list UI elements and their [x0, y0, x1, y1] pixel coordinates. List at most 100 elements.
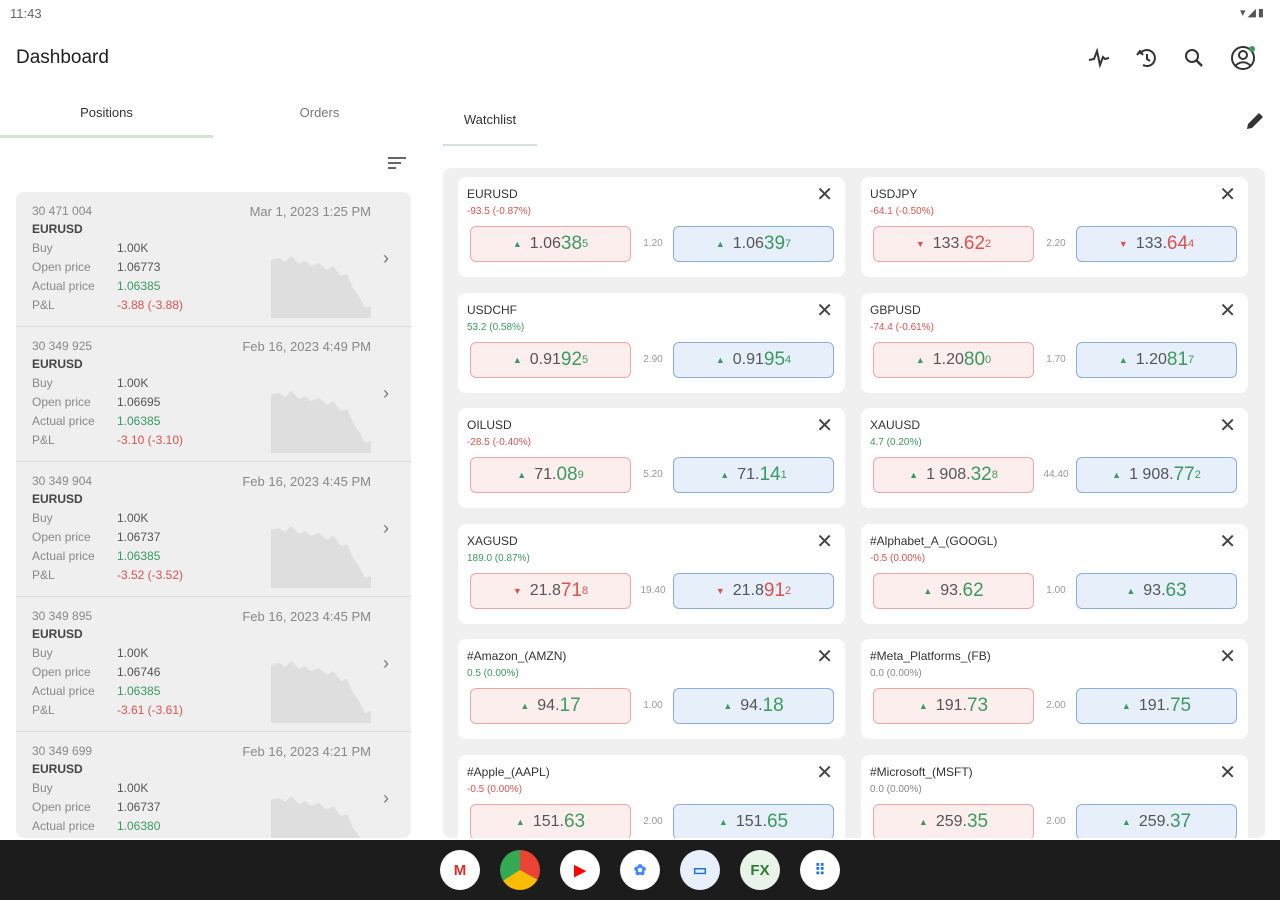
sell-price-button[interactable]: ▲ 1.20 80 0 [873, 341, 1034, 378]
watchlist-card: EURUSD -93.5 (-0.87%) ✕ 1.20 ▲ 1.06 38 5 ▲ 1.06 39… [458, 177, 845, 277]
price-big-figure: 80 [963, 348, 986, 370]
price-base: 21.8 [732, 581, 764, 599]
account-icon[interactable] [1229, 44, 1257, 72]
buy-price-button[interactable]: ▲ 1 908. 77 2 [1076, 457, 1237, 493]
price-base: 71. [737, 466, 760, 483]
remove-instrument-icon[interactable]: ✕ [816, 301, 833, 321]
instrument-change: -74.4 (-0.61%) [870, 321, 934, 333]
fxpro-icon[interactable]: FX [740, 850, 780, 890]
watchlist-card: XAUUSD 4.7 (0.20%) ✕ 44.40 ▲ 1 908. 32 8 ▲ 1 908.… [861, 408, 1248, 508]
edit-icon[interactable] [1244, 110, 1266, 132]
sell-price-button[interactable]: ▼ 21.8 71 8 [470, 572, 631, 609]
tab-orders[interactable]: Orders [213, 96, 426, 138]
buy-price-button[interactable]: ▲ 94. 18 [673, 688, 834, 724]
position-actual-label: Actual price [32, 819, 95, 833]
instrument-symbol: #Amazon_(AMZN) [467, 649, 567, 663]
remove-instrument-icon[interactable]: ✕ [1219, 763, 1236, 783]
instrument-change: 0.5 (0.00%) [467, 668, 519, 679]
sort-icon[interactable] [388, 154, 410, 174]
instrument-change: 189.0 (0.87%) [467, 552, 530, 564]
remove-instrument-icon[interactable]: ✕ [1219, 185, 1236, 205]
arrow-up-icon: ▲ [718, 816, 728, 827]
spread-value: 1.00 [643, 700, 663, 711]
sell-price-button[interactable]: ▲ 259. 35 [873, 803, 1034, 838]
position-open-label: Open price [32, 665, 91, 679]
buy-price-button[interactable]: ▲ 151. 65 [673, 803, 834, 838]
buy-price-button[interactable]: ▲ 71. 14 1 [673, 457, 834, 493]
app-drawer-icon[interactable]: ⠿ [800, 850, 840, 890]
position-symbol: EURUSD [32, 627, 83, 641]
position-actual-label: Actual price [32, 279, 95, 293]
remove-instrument-icon[interactable]: ✕ [1219, 301, 1236, 321]
watchlist-card: USDJPY -64.1 (-0.50%) ✕ 2.20 ▼ 133. 62 2 ▼ 133. 64… [861, 177, 1248, 277]
buy-price-button[interactable]: ▲ 259. 37 [1076, 803, 1237, 838]
search-icon[interactable] [1180, 44, 1208, 72]
price-pipette: 2 [785, 584, 792, 597]
price-base: 151. [735, 812, 767, 830]
position-sparkline [271, 256, 371, 318]
position-buy-label: Buy [32, 781, 53, 795]
buy-price-button[interactable]: ▼ 21.8 91 2 [673, 572, 834, 609]
youtube-icon[interactable]: ▶ [560, 850, 600, 890]
sell-price-button[interactable]: ▼ 133. 62 2 [873, 226, 1034, 262]
remove-instrument-icon[interactable]: ✕ [1219, 532, 1236, 552]
price-base: 94. [740, 697, 763, 714]
price-pipette: 5 [582, 238, 589, 250]
arrow-up-icon: ▲ [1121, 816, 1131, 827]
price-base: 133. [932, 235, 964, 252]
price-big-figure: 14 [759, 464, 781, 485]
price-pipette: 7 [1188, 353, 1195, 366]
position-pl-value: -3.10 (-3.10) [117, 433, 184, 447]
watchlist-grid: EURUSD -93.5 (-0.87%) ✕ 1.20 ▲ 1.06 38 5 ▲ 1.06 39… [443, 168, 1265, 838]
sell-price-button[interactable]: ▲ 94. 17 [470, 688, 631, 724]
buy-price-button[interactable]: ▲ 1.06 39 7 [673, 226, 834, 262]
buy-price-button[interactable]: ▼ 133. 64 4 [1076, 226, 1237, 262]
price-big-figure: 63 [563, 810, 586, 832]
buy-price-button[interactable]: ▲ 0.91 95 4 [673, 341, 834, 378]
position-actual-label: Actual price [32, 684, 95, 698]
position-item[interactable]: 30 349 699 Feb 16, 2023 4:21 PM EURUSD Buy 1… [16, 732, 411, 838]
tab-watchlist[interactable]: Watchlist [443, 104, 537, 146]
remove-instrument-icon[interactable]: ✕ [1219, 647, 1236, 667]
gmail-icon[interactable]: M [440, 850, 480, 890]
remove-instrument-icon[interactable]: ✕ [816, 647, 833, 667]
position-item[interactable]: 30 349 895 Feb 16, 2023 4:45 PM EURUSD Buy 1… [16, 597, 411, 732]
status-time: 11:43 [10, 6, 42, 21]
messages-icon[interactable]: ▭ [680, 850, 720, 890]
remove-instrument-icon[interactable]: ✕ [816, 763, 833, 783]
tab-positions[interactable]: Positions [0, 96, 213, 138]
position-item[interactable]: 30 349 904 Feb 16, 2023 4:45 PM EURUSD Buy 1… [16, 462, 411, 597]
remove-instrument-icon[interactable]: ✕ [816, 185, 833, 205]
buy-price-button[interactable]: ▲ 1.20 81 7 [1076, 341, 1237, 378]
remove-instrument-icon[interactable]: ✕ [1219, 416, 1236, 436]
chart-icon[interactable] [1085, 44, 1113, 72]
sell-price-button[interactable]: ▲ 0.91 92 5 [470, 341, 631, 378]
position-item[interactable]: 30 349 925 Feb 16, 2023 4:49 PM EURUSD Buy 1… [16, 327, 411, 462]
chrome-icon[interactable] [500, 850, 540, 890]
remove-instrument-icon[interactable]: ✕ [816, 416, 833, 436]
spread-value: 2.20 [1046, 238, 1066, 249]
photos-icon[interactable]: ✿ [620, 850, 660, 890]
buy-price-button[interactable]: ▲ 93. 63 [1076, 572, 1237, 609]
page-title: Dashboard [16, 47, 109, 68]
position-pl-value: -3.52 (-3.52) [117, 568, 184, 582]
sell-price-button[interactable]: ▲ 71. 08 9 [470, 457, 631, 493]
arrow-up-icon: ▲ [915, 354, 925, 365]
arrow-up-icon: ▲ [918, 816, 928, 827]
remove-instrument-icon[interactable]: ✕ [816, 532, 833, 552]
sell-price-button[interactable]: ▲ 1.06 38 5 [470, 226, 631, 262]
arrow-down-icon: ▼ [915, 239, 925, 249]
positions-orders-tabs: Positions Orders [0, 96, 426, 138]
position-item[interactable]: 30 471 004 Mar 1, 2023 1:25 PM EURUSD Buy 1.… [16, 192, 411, 327]
sell-price-button[interactable]: ▲ 151. 63 [470, 803, 631, 838]
position-symbol: EURUSD [32, 492, 83, 506]
history-icon[interactable] [1133, 44, 1161, 72]
price-pipette: 0 [985, 353, 992, 366]
spread-value: 1.00 [1046, 584, 1066, 596]
price-big-figure: 39 [763, 233, 786, 254]
sell-price-button[interactable]: ▲ 1 908. 32 8 [873, 457, 1034, 493]
sell-price-button[interactable]: ▲ 191. 73 [873, 688, 1034, 724]
instrument-symbol: #Alphabet_A_(GOOGL) [870, 533, 998, 548]
sell-price-button[interactable]: ▲ 93. 62 [873, 572, 1034, 609]
buy-price-button[interactable]: ▲ 191. 75 [1076, 688, 1237, 724]
